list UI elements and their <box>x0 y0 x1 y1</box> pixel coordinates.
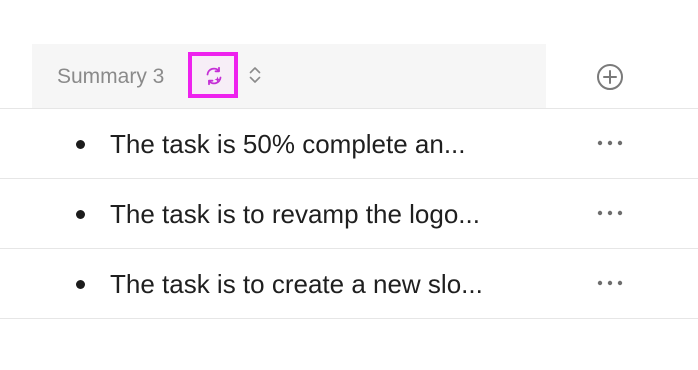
more-horizontal-icon[interactable] <box>590 131 630 155</box>
bullet-icon <box>76 210 85 219</box>
more-horizontal-icon[interactable] <box>590 201 630 225</box>
column-header-label: Summary 3 <box>57 65 165 88</box>
list-item[interactable]: The task is to create a new slo... <box>0 248 698 319</box>
bullet-icon <box>76 280 85 289</box>
chevron-up-down-icon[interactable] <box>248 64 262 86</box>
regenerate-button[interactable] <box>188 52 238 98</box>
list-item-text: The task is to revamp the logo... <box>110 199 480 229</box>
bullet-icon <box>76 140 85 149</box>
list-item-text: The task is 50% complete an... <box>110 129 466 159</box>
column-header[interactable]: Summary 3 <box>32 44 546 108</box>
list-item[interactable]: The task is to revamp the logo... <box>0 178 698 248</box>
list-item[interactable]: The task is 50% complete an... <box>0 108 698 178</box>
more-horizontal-icon[interactable] <box>590 271 630 295</box>
sparkle-refresh-icon <box>206 66 222 86</box>
list-item-text: The task is to create a new slo... <box>110 269 483 299</box>
plus-circle-icon[interactable] <box>595 62 625 92</box>
